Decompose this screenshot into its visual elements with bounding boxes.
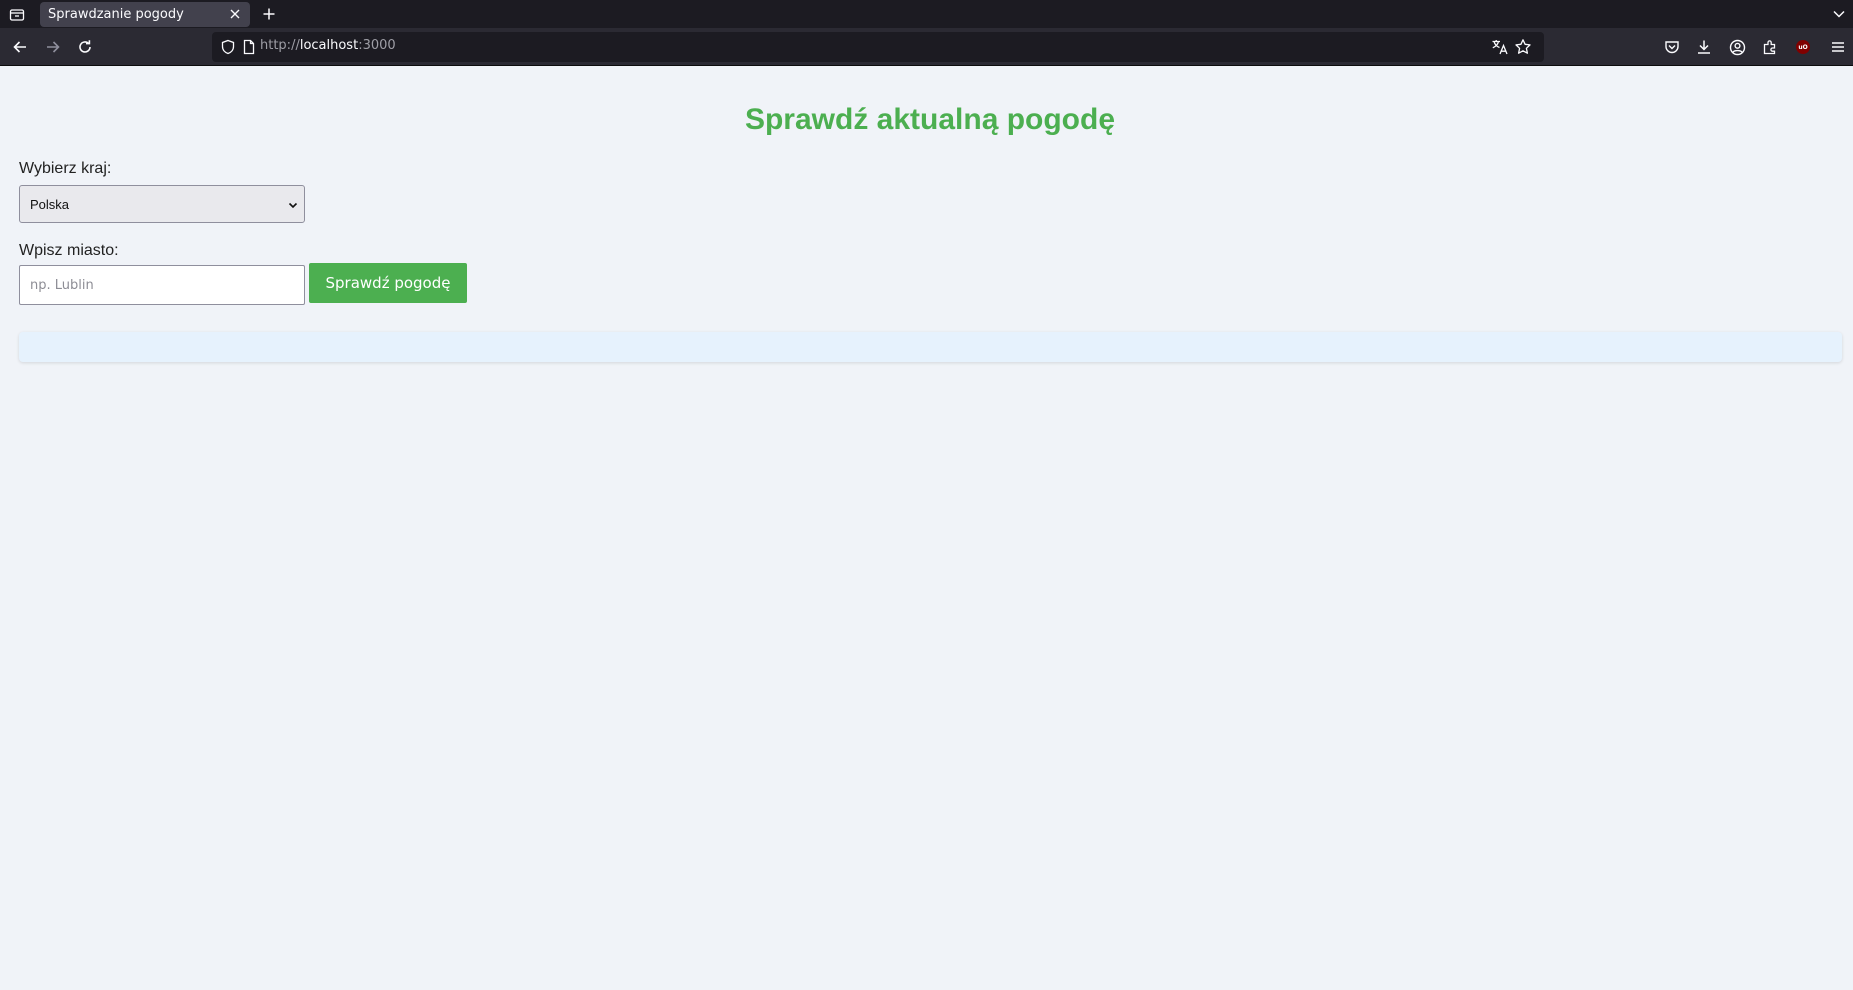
tab-list-icon[interactable] [6,4,28,26]
forward-arrow-icon[interactable] [41,35,65,59]
account-icon[interactable] [1727,37,1747,57]
page-icon[interactable] [241,39,257,55]
city-label: Wpisz miasto: [19,242,119,259]
city-input[interactable]: np. Lublin [19,265,305,305]
chevron-down-icon[interactable] [1829,4,1849,24]
tab-title: Sprawdzanie pogody [48,7,184,22]
url-host: localhost [299,38,359,53]
shield-icon[interactable] [220,39,236,55]
url-text[interactable]: http://localhost:3000 [260,38,396,53]
download-icon[interactable] [1694,37,1714,57]
star-icon[interactable] [1514,38,1532,56]
ublock-origin-icon[interactable]: uO [1793,37,1813,57]
reload-icon[interactable] [73,35,97,59]
url-bar[interactable]: http://localhost:3000 [212,32,1544,62]
country-label: Wybierz kraj: [19,160,112,177]
extensions-icon[interactable] [1760,37,1780,57]
translate-icon[interactable] [1491,38,1509,56]
url-port: :3000 [358,38,396,53]
browser-tab-bar: Sprawdzanie pogody [0,0,1853,28]
close-icon[interactable] [226,5,244,23]
country-select[interactable]: Polska [19,185,305,223]
chevron-down-icon [287,199,299,211]
hamburger-menu-icon[interactable] [1828,37,1848,57]
browser-nav-bar: http://localhost:3000 uO [0,28,1853,66]
city-input-placeholder: np. Lublin [30,277,94,293]
check-weather-button[interactable]: Sprawdź pogodę [309,263,467,303]
browser-tab-active[interactable]: Sprawdzanie pogody [40,2,250,27]
url-scheme: http:// [260,38,300,53]
country-select-value: Polska [30,196,70,212]
plus-icon[interactable] [258,3,280,25]
back-arrow-icon[interactable] [8,35,32,59]
weather-result-box [19,332,1842,362]
page-content: Sprawdź aktualną pogodę Wybierz kraj: Po… [0,67,1853,990]
page-title: Sprawdź aktualną pogodę [744,103,1116,136]
pocket-icon[interactable] [1662,37,1682,57]
